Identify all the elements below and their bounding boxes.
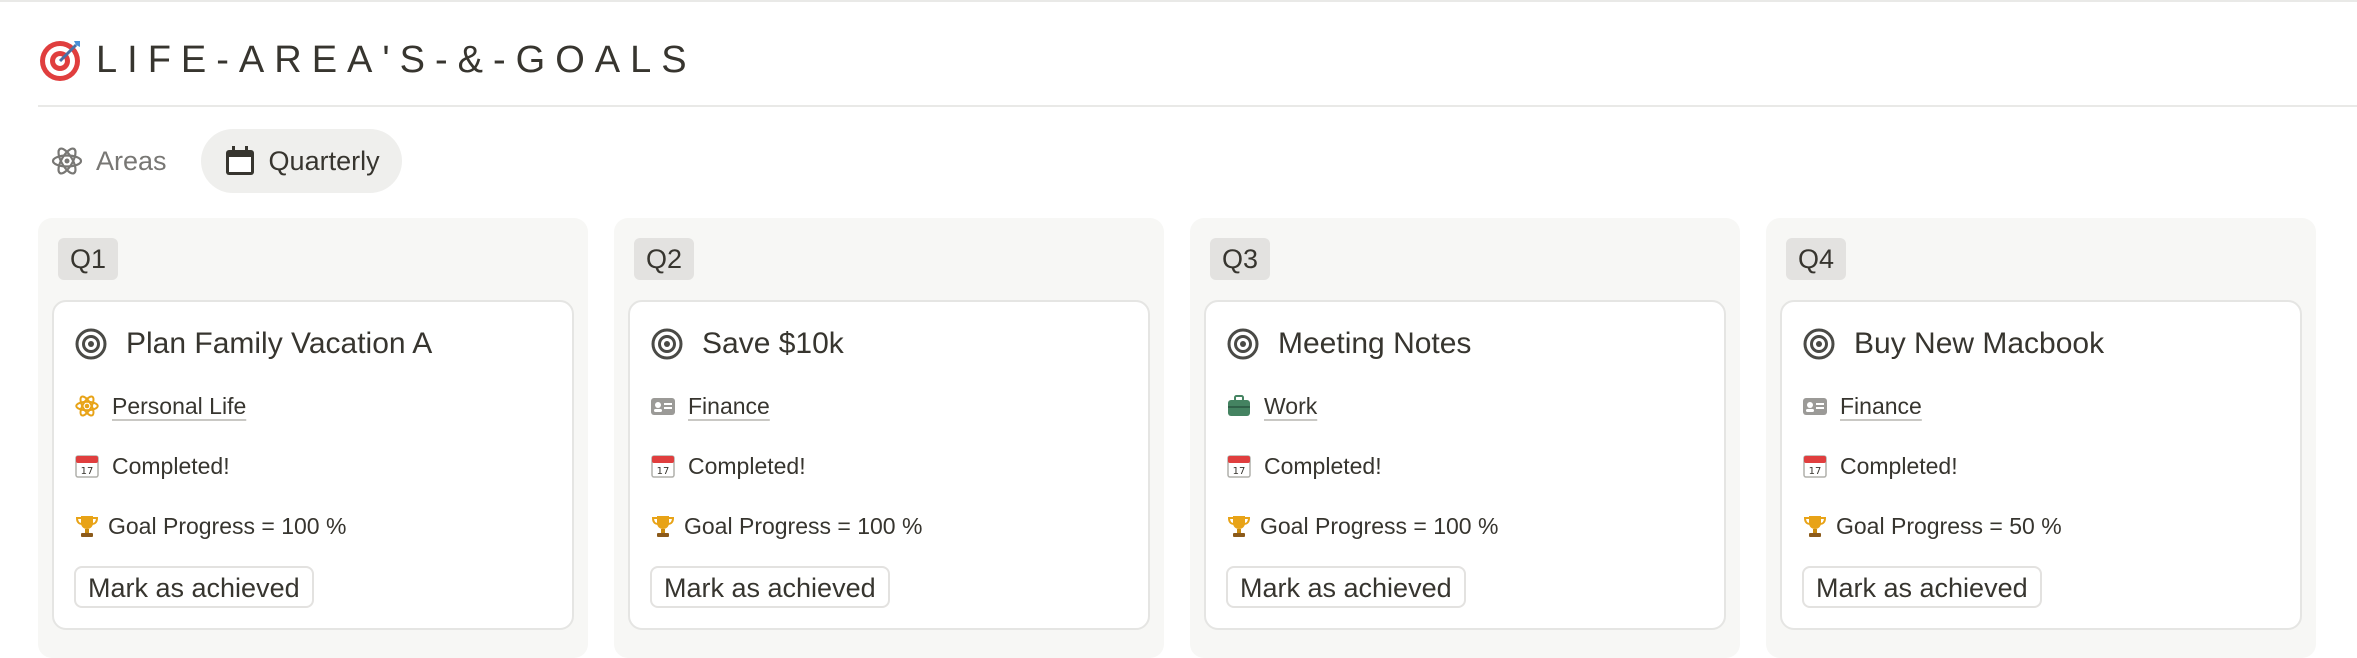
- atom-icon: [51, 147, 83, 175]
- board-column-q3: Q3 Meeting Notes Work 17 Completed! Goal…: [1190, 218, 1740, 658]
- card-area[interactable]: Personal Life: [74, 388, 552, 424]
- card-status: 17 Completed!: [1226, 448, 1704, 484]
- column-badge: Q4: [1786, 238, 1847, 280]
- calendar-icon: [225, 146, 254, 175]
- card-progress: Goal Progress = 100 %: [1226, 508, 1704, 544]
- target-outline-icon: [1227, 328, 1259, 360]
- card-progress-text: Goal Progress = 100 %: [108, 512, 347, 539]
- mark-achieved-button[interactable]: Mark as achieved: [650, 566, 890, 608]
- svg-text:17: 17: [1809, 466, 1822, 477]
- card-progress: Goal Progress = 50 %: [1802, 508, 2280, 544]
- header-divider: [38, 105, 2357, 107]
- tab-quarterly-label: Quarterly: [268, 145, 380, 176]
- goal-card[interactable]: Meeting Notes Work 17 Completed! Goal Pr…: [1204, 300, 1726, 630]
- board-column-q2: Q2 Save $10k Finance 17 Completed! Goal …: [614, 218, 1164, 658]
- top-border: [0, 0, 2357, 2]
- card-area-link[interactable]: Finance: [1840, 393, 1922, 420]
- card-progress-text: Goal Progress = 100 %: [1260, 512, 1499, 539]
- card-area[interactable]: Finance: [650, 388, 1128, 424]
- card-area-link[interactable]: Work: [1264, 393, 1317, 420]
- view-tabs: Areas Quarterly: [40, 129, 402, 193]
- mark-achieved-button[interactable]: Mark as achieved: [1802, 566, 2042, 608]
- card-title: Meeting Notes: [1226, 324, 1704, 364]
- goal-card[interactable]: Buy New Macbook Finance 17 Completed! Go…: [1780, 300, 2302, 630]
- card-title-text: Meeting Notes: [1278, 327, 1472, 360]
- page-title: LIFE-AREA'S-&-GOALS: [96, 38, 697, 81]
- column-badge: Q1: [58, 238, 119, 280]
- goal-card[interactable]: Plan Family Vacation A Personal Life 17 …: [52, 300, 574, 630]
- svg-text:17: 17: [81, 466, 94, 477]
- page-header: LIFE-AREA'S-&-GOALS: [38, 30, 697, 90]
- target-outline-icon: [75, 328, 107, 360]
- card-title: Buy New Macbook: [1802, 324, 2280, 364]
- column-badge: Q2: [634, 238, 695, 280]
- briefcase-icon: [1228, 395, 1250, 416]
- card-status: 17 Completed!: [1802, 448, 2280, 484]
- card-progress-text: Goal Progress = 50 %: [1836, 512, 2062, 539]
- tab-areas[interactable]: Areas: [40, 129, 189, 193]
- card-area[interactable]: Finance: [1802, 388, 2280, 424]
- trophy-icon: [651, 516, 675, 537]
- card-status: 17 Completed!: [74, 448, 552, 484]
- mark-achieved-button[interactable]: Mark as achieved: [74, 566, 314, 608]
- calendar-date-icon: 17: [75, 455, 99, 478]
- mark-achieved-button[interactable]: Mark as achieved: [1226, 566, 1466, 608]
- trophy-icon: [1803, 516, 1827, 537]
- target-icon: [40, 41, 80, 81]
- card-status-text: Completed!: [1264, 452, 1382, 479]
- trophy-icon: [1227, 516, 1251, 537]
- card-title-text: Save $10k: [702, 327, 844, 360]
- calendar-date-icon: 17: [651, 455, 675, 478]
- card-area-link[interactable]: Finance: [688, 393, 770, 420]
- id-card-icon: [1803, 398, 1827, 415]
- svg-text:17: 17: [1233, 466, 1246, 477]
- calendar-date-icon: 17: [1227, 455, 1251, 478]
- card-progress: Goal Progress = 100 %: [74, 508, 552, 544]
- card-title: Plan Family Vacation A: [74, 324, 552, 364]
- card-status-text: Completed!: [1840, 452, 1958, 479]
- tab-areas-label: Areas: [96, 145, 167, 176]
- column-badge: Q3: [1210, 238, 1271, 280]
- card-progress-text: Goal Progress = 100 %: [684, 512, 923, 539]
- card-status-text: Completed!: [688, 452, 806, 479]
- atom-icon: [75, 395, 99, 417]
- tab-quarterly[interactable]: Quarterly: [200, 129, 402, 193]
- card-status-text: Completed!: [112, 452, 230, 479]
- card-area-link[interactable]: Personal Life: [112, 393, 246, 420]
- card-progress: Goal Progress = 100 %: [650, 508, 1128, 544]
- target-outline-icon: [1803, 328, 1835, 360]
- card-title: Save $10k: [650, 324, 1128, 364]
- quarterly-board: Q1 Plan Family Vacation A Personal Life …: [38, 218, 2316, 658]
- trophy-icon: [75, 516, 99, 537]
- card-title-text: Plan Family Vacation A: [126, 327, 433, 360]
- card-title-text: Buy New Macbook: [1854, 327, 2105, 360]
- goal-card[interactable]: Save $10k Finance 17 Completed! Goal Pro…: [628, 300, 1150, 630]
- board-column-q4: Q4 Buy New Macbook Finance 17 Completed!…: [1766, 218, 2316, 658]
- calendar-date-icon: 17: [1803, 455, 1827, 478]
- id-card-icon: [651, 398, 675, 415]
- board-column-q1: Q1 Plan Family Vacation A Personal Life …: [38, 218, 588, 658]
- target-outline-icon: [651, 328, 683, 360]
- card-area[interactable]: Work: [1226, 388, 1704, 424]
- card-status: 17 Completed!: [650, 448, 1128, 484]
- svg-text:17: 17: [657, 466, 670, 477]
